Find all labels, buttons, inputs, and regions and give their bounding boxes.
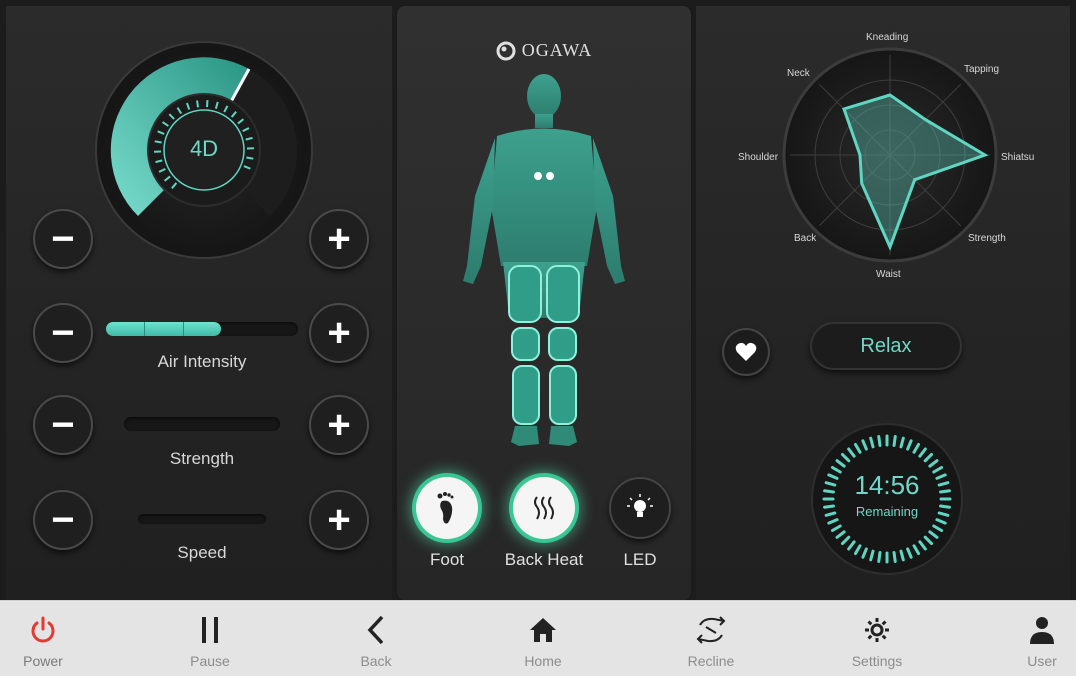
radar-axis-strength: Strength	[968, 233, 1006, 244]
heat-point	[534, 172, 542, 180]
mode-dial-label: 4D	[189, 136, 219, 161]
radar-axis-waist: Waist	[876, 269, 901, 280]
user-button[interactable]: User	[997, 601, 1076, 676]
heat-point	[546, 172, 554, 180]
foot-icon	[437, 492, 454, 524]
power-label: Power	[23, 653, 63, 669]
radar-axis-tapping: Tapping	[964, 64, 1000, 75]
settings-button[interactable]: Settings	[832, 601, 922, 676]
radar-axis-kneading: Kneading	[866, 32, 909, 43]
led-label: LED	[623, 550, 657, 569]
plus-icon: +	[327, 311, 351, 355]
user-label: User	[1027, 653, 1057, 669]
timer-tick	[892, 435, 897, 447]
recline-button[interactable]: Recline	[666, 601, 756, 676]
radar-axis-shiatsu: Shiatsu	[1001, 152, 1035, 163]
minus-icon: −	[51, 311, 75, 355]
brand-logo: OGAWA	[397, 40, 691, 61]
timer-dial: 14:56 Remaining	[810, 422, 964, 576]
bulb-icon	[627, 494, 653, 517]
air-intensity-label: Air Intensity	[157, 352, 247, 371]
recline-icon	[694, 613, 728, 647]
dial-tick	[196, 100, 200, 108]
home-icon	[529, 613, 557, 647]
radar-axis-back: Back	[794, 233, 817, 244]
strength-slider[interactable]	[124, 417, 280, 431]
foot-label: Foot	[429, 550, 465, 569]
favorite-button[interactable]	[722, 328, 770, 376]
program-panel: Kneading Tapping Shiatsu Strength Waist …	[696, 6, 1070, 600]
timer-tick	[877, 551, 882, 563]
left-control-panel: 4D − + − Air Intensity + − Strength + − …	[6, 6, 392, 600]
mode-decrease-button[interactable]: −	[33, 209, 93, 269]
strength-label: Strength	[169, 449, 235, 468]
pause-icon	[198, 613, 222, 647]
foot-button[interactable]	[416, 477, 478, 539]
back-chevron-icon	[366, 613, 386, 647]
slider-segment-divider	[144, 322, 146, 336]
speed-label: Speed	[177, 543, 227, 562]
user-icon	[1029, 613, 1055, 647]
recline-label: Recline	[687, 653, 735, 669]
home-button[interactable]: Home	[498, 601, 588, 676]
minus-icon: −	[51, 403, 75, 447]
back-button[interactable]: Back	[331, 601, 421, 676]
pause-button[interactable]: Pause	[165, 601, 255, 676]
pause-label: Pause	[190, 653, 230, 669]
air-intensity-slider[interactable]	[106, 322, 298, 336]
radar-axis-shoulder: Shoulder	[738, 152, 779, 163]
back-label: Back	[360, 653, 392, 669]
mode-dial[interactable]: 4D	[94, 40, 314, 260]
power-icon	[29, 613, 57, 647]
program-relax-button[interactable]: Relax	[810, 322, 962, 370]
settings-label: Settings	[851, 653, 903, 669]
plus-icon: +	[327, 217, 351, 261]
back-heat-button[interactable]	[513, 477, 575, 539]
speed-decrease-button[interactable]: −	[33, 490, 93, 550]
body-map-panel: OGAWA Foot Back Heat LED	[397, 6, 691, 600]
speed-increase-button[interactable]: +	[309, 490, 369, 550]
plus-icon: +	[327, 498, 351, 542]
ogawa-logo-icon	[496, 41, 516, 60]
timer-tick	[877, 435, 882, 447]
slider-segment-divider	[182, 322, 184, 336]
home-label: Home	[524, 653, 562, 669]
minus-icon: −	[51, 498, 75, 542]
massage-radar-chart	[782, 47, 998, 263]
timer-time: 14:56	[854, 470, 920, 500]
timer-tick	[892, 551, 897, 563]
body-figure	[463, 74, 625, 446]
led-button[interactable]	[609, 477, 671, 539]
air-intensity-decrease-button[interactable]: −	[33, 303, 93, 363]
bottom-navigation-bar: Power Pause Back Home Recline Settings U…	[0, 600, 1076, 676]
gear-icon	[863, 613, 891, 647]
plus-icon: +	[327, 403, 351, 447]
strength-increase-button[interactable]: +	[309, 395, 369, 455]
mode-increase-button[interactable]: +	[309, 209, 369, 269]
brand-name: OGAWA	[521, 40, 593, 60]
heart-icon	[735, 342, 757, 361]
air-intensity-fill	[106, 322, 222, 336]
minus-icon: −	[51, 217, 75, 261]
strength-decrease-button[interactable]: −	[33, 395, 93, 455]
heat-icon	[534, 496, 554, 520]
radar-axis-neck: Neck	[787, 68, 810, 79]
power-button[interactable]: Power	[0, 601, 88, 676]
timer-label: Remaining	[855, 504, 919, 519]
speed-slider[interactable]	[138, 514, 266, 524]
back-heat-label: Back Heat	[504, 550, 584, 569]
air-intensity-increase-button[interactable]: +	[309, 303, 369, 363]
